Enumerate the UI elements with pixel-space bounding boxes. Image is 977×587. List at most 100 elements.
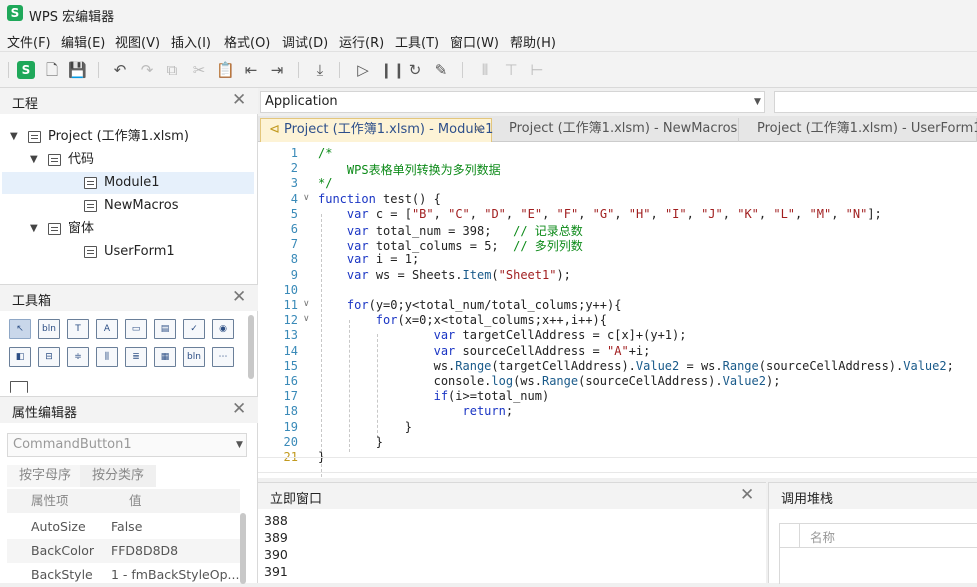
spin-tool-icon[interactable]: ⊟ bbox=[38, 347, 60, 367]
checkbox-tool-icon[interactable]: ✓ bbox=[183, 319, 205, 339]
object-combo[interactable]: Application ▼ bbox=[260, 91, 765, 113]
textbox-tool-icon[interactable]: T bbox=[67, 319, 89, 339]
immediate-window-header: 立即窗口 ✕ bbox=[258, 483, 766, 509]
code-line[interactable]: console.log(ws.Range(sourceCellAddress).… bbox=[318, 374, 781, 388]
close-icon[interactable]: ✕ bbox=[740, 485, 754, 505]
paste-icon[interactable]: 📋 bbox=[216, 61, 235, 79]
code-line[interactable]: WPS表格单列转换为多列数据 bbox=[318, 161, 501, 178]
code-editor[interactable]: 1 /* 2 WPS表格单列转换为多列数据 3 */ 4 ∨ function test() … bbox=[258, 142, 977, 478]
code-line[interactable]: */ bbox=[318, 176, 332, 190]
chevron-down-icon[interactable]: ▼ bbox=[30, 218, 38, 240]
tree-item-newmacros[interactable]: NewMacros bbox=[2, 195, 254, 217]
menu-edit[interactable]: 编辑(E) bbox=[61, 32, 105, 51]
tree-item-module1[interactable]: Module1 bbox=[2, 172, 254, 194]
menu-insert[interactable]: 插入(I) bbox=[171, 32, 211, 51]
object-combo-value: Application bbox=[265, 94, 338, 109]
code-line[interactable]: if(i>=total_num) bbox=[318, 389, 550, 403]
properties-scrollbar[interactable] bbox=[240, 513, 246, 584]
indent-icon[interactable]: ⇥ bbox=[268, 61, 286, 79]
reset-icon[interactable]: ↻ bbox=[406, 61, 424, 79]
code-line[interactable]: function test() { bbox=[318, 192, 441, 206]
image-tool-icon[interactable]: ▦ bbox=[154, 347, 176, 367]
listbox-tool-icon[interactable]: ▤ bbox=[154, 319, 176, 339]
tab-categorized[interactable]: 按分类序 bbox=[80, 465, 157, 487]
menu-view[interactable]: 视图(V) bbox=[115, 32, 160, 51]
code-line[interactable]: var ws = Sheets.Item("Sheet1"); bbox=[318, 268, 571, 282]
undo-icon[interactable]: ↶ bbox=[111, 61, 129, 79]
combobox-tool-icon[interactable]: ▭ bbox=[125, 319, 147, 339]
folder-tool-icon[interactable] bbox=[10, 381, 28, 393]
new-file-icon[interactable]: 🗋 bbox=[43, 61, 61, 79]
import-icon[interactable]: ⤓ bbox=[311, 61, 329, 79]
property-row[interactable]: BackStyle 1 - fmBackStyleOp... bbox=[7, 563, 240, 587]
tree-item-project-1-xlsm-[interactable]: ▼ Project (工作簿1.xlsm) bbox=[2, 126, 254, 148]
tree-item--[interactable]: ▼ 窗体 bbox=[2, 218, 254, 240]
close-icon[interactable]: ✕ bbox=[473, 119, 484, 141]
code-line[interactable]: for(x=0;x<total_colums;x++,i++){ bbox=[318, 313, 607, 327]
property-row[interactable]: AutoSize False bbox=[7, 515, 240, 539]
code-line[interactable]: var sourceCellAddress = "A"+i; bbox=[318, 344, 651, 358]
togglebutton-tool-icon[interactable]: ◧ bbox=[9, 347, 31, 367]
frame-tool-icon[interactable]: A bbox=[96, 319, 118, 339]
fold-chevron-icon[interactable]: ∨ bbox=[303, 314, 310, 324]
fold-chevron-icon[interactable]: ∨ bbox=[303, 193, 310, 203]
code-line[interactable]: for(y=0;y<total_num/total_colums;y++){ bbox=[318, 298, 622, 312]
close-icon[interactable]: ✕ bbox=[232, 287, 246, 307]
object-selector[interactable]: CommandButton1 ▼ bbox=[7, 433, 247, 457]
code-line[interactable]: return; bbox=[318, 404, 514, 418]
code-line[interactable]: } bbox=[318, 420, 412, 434]
chevron-down-icon[interactable]: ▼ bbox=[30, 149, 38, 171]
code-line[interactable]: var targetCellAddress = c[x]+(y+1); bbox=[318, 328, 687, 342]
property-value[interactable]: FFD8D8D8 bbox=[111, 539, 178, 563]
chevron-down-icon[interactable]: ▼ bbox=[10, 126, 18, 148]
menu-help[interactable]: 帮助(H) bbox=[510, 32, 556, 51]
menu-format[interactable]: 格式(O) bbox=[224, 32, 270, 51]
procedure-combo[interactable] bbox=[774, 91, 977, 113]
module-icon bbox=[84, 177, 97, 189]
menu-file[interactable]: 文件(F) bbox=[7, 32, 51, 51]
property-value[interactable]: 1 - fmBackStyleOp... bbox=[111, 563, 239, 587]
call-stack-grid[interactable]: 名称 bbox=[779, 523, 977, 584]
align2-icon[interactable]: ⊤ bbox=[502, 61, 520, 79]
tab-alphabetical[interactable]: 按字母序 bbox=[7, 465, 84, 487]
optionbutton-tool-icon[interactable]: ◉ bbox=[212, 319, 234, 339]
menu-window[interactable]: 窗口(W) bbox=[450, 32, 499, 51]
tab-userform1[interactable]: Project (工作簿1.xlsm) - UserForm1 bbox=[749, 118, 977, 142]
code-line[interactable]: } bbox=[318, 435, 383, 449]
toolbox-scrollbar[interactable] bbox=[248, 315, 254, 379]
close-icon[interactable]: ✕ bbox=[232, 90, 246, 110]
align-icon[interactable]: ⫴ bbox=[476, 61, 494, 79]
tab-newmacros[interactable]: Project (工作簿1.xlsm) - NewMacros bbox=[501, 118, 739, 142]
tab-module1[interactable]: ⊲ Project (工作簿1.xlsm) - Module1 ✕ bbox=[260, 118, 493, 142]
code-line[interactable]: var c = ["B", "C", "D", "E", "F", "G", "… bbox=[318, 207, 882, 221]
property-value[interactable]: False bbox=[111, 515, 142, 539]
menu-run[interactable]: 运行(R) bbox=[339, 32, 384, 51]
tabstrip-tool-icon[interactable]: ⫼ bbox=[96, 347, 118, 367]
redo-icon[interactable]: ↷ bbox=[138, 61, 156, 79]
code-line[interactable]: ws.Range(targetCellAddress).Value2 = ws.… bbox=[318, 359, 954, 373]
pointer-tool-icon[interactable]: ↖ bbox=[9, 319, 31, 339]
fold-chevron-icon[interactable]: ∨ bbox=[303, 299, 310, 309]
commandbutton-tool-icon[interactable]: bln bbox=[183, 347, 205, 367]
property-row[interactable]: BackColor FFD8D8D8 bbox=[7, 539, 240, 563]
pause-icon[interactable]: ❙❙ bbox=[380, 61, 405, 79]
design-mode-icon[interactable]: ✎ bbox=[432, 61, 450, 79]
refedit-tool-icon[interactable]: ⋯ bbox=[212, 347, 234, 367]
close-icon[interactable]: ✕ bbox=[232, 399, 246, 419]
tree-item--[interactable]: ▼ 代码 bbox=[2, 149, 254, 171]
label-tool-icon[interactable]: bln bbox=[38, 319, 60, 339]
multipage-tool-icon[interactable]: ≣ bbox=[125, 347, 147, 367]
wps-logo-icon[interactable]: S bbox=[17, 61, 35, 79]
code-line[interactable]: var i = 1; bbox=[318, 252, 419, 266]
scrollbar-tool-icon[interactable]: ≑ bbox=[67, 347, 89, 367]
save-icon[interactable]: 💾 bbox=[68, 61, 87, 79]
cut-icon[interactable]: ✂ bbox=[190, 61, 208, 79]
menu-debug[interactable]: 调试(D) bbox=[282, 32, 328, 51]
outdent-icon[interactable]: ⇤ bbox=[242, 61, 260, 79]
menu-tools[interactable]: 工具(T) bbox=[395, 32, 439, 51]
copy-icon[interactable]: ⧉ bbox=[163, 61, 181, 79]
run-icon[interactable]: ▷ bbox=[354, 61, 372, 79]
tree-item-userform1[interactable]: UserForm1 bbox=[2, 241, 254, 263]
code-line[interactable]: /* bbox=[318, 146, 332, 160]
align3-icon[interactable]: ⊢ bbox=[528, 61, 546, 79]
